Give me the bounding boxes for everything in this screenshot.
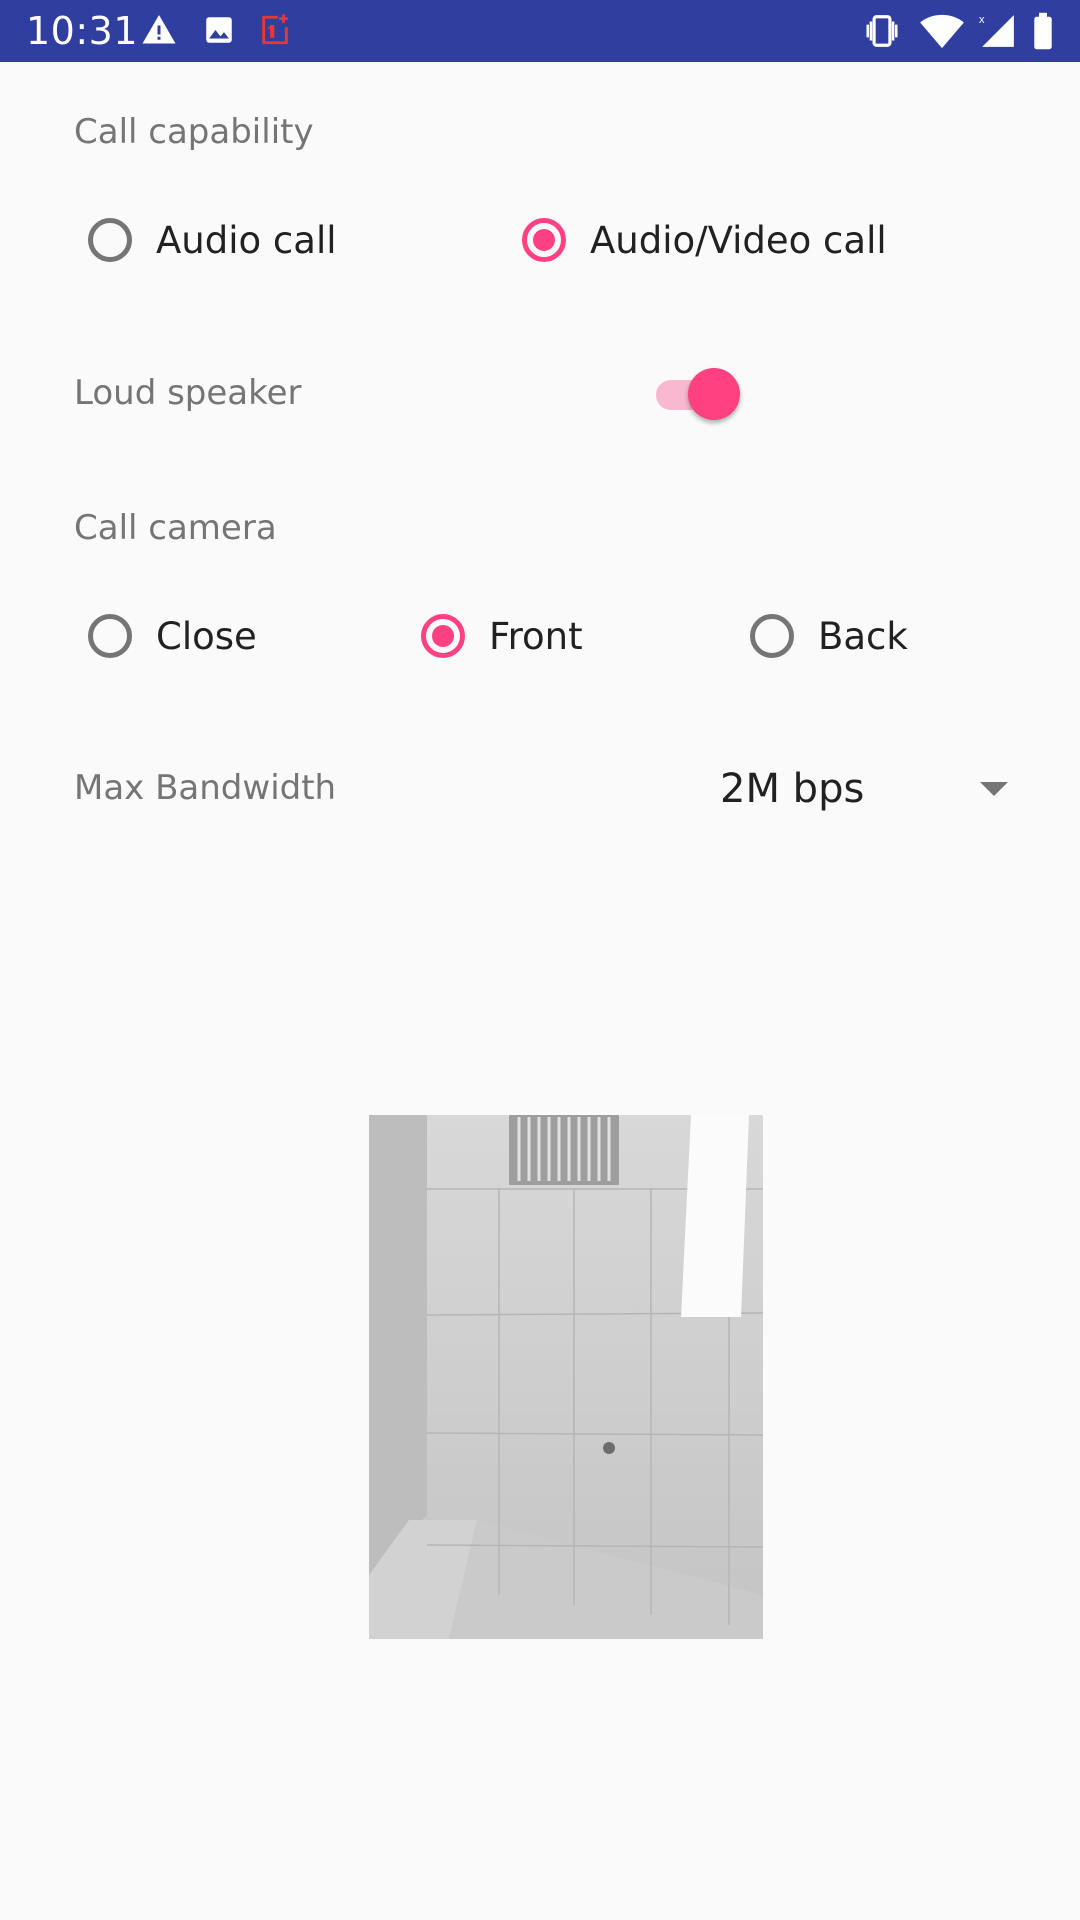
radio-label-front: Front <box>489 614 583 658</box>
dropdown-arrow-icon[interactable] <box>980 782 1008 796</box>
radio-button-checked[interactable] <box>421 614 465 658</box>
radio-label-close: Close <box>156 614 257 658</box>
status-time: 10:31 <box>26 9 139 53</box>
radio-label-back: Back <box>818 614 908 658</box>
camera-preview <box>369 1115 763 1639</box>
oneplus-icon <box>262 14 288 45</box>
vibrate-icon <box>866 15 898 47</box>
loud-speaker-switch[interactable] <box>656 366 740 422</box>
switch-thumb[interactable] <box>688 368 740 420</box>
call-camera-label: Call camera <box>74 508 277 548</box>
radio-camera-front[interactable]: Front <box>421 606 583 666</box>
image-icon <box>206 17 232 43</box>
call-capability-label: Call capability <box>74 112 314 152</box>
cell-signal-icon: x <box>979 14 1014 47</box>
radio-button-unchecked[interactable] <box>88 218 132 262</box>
radio-button-unchecked[interactable] <box>750 614 794 658</box>
radio-button-checked[interactable] <box>522 218 566 262</box>
warning-icon <box>142 15 176 44</box>
max-bandwidth-spinner[interactable]: 2M bps <box>720 758 1020 820</box>
radio-camera-back[interactable]: Back <box>750 606 908 666</box>
radio-audio-video-call[interactable]: Audio/Video call <box>522 210 887 270</box>
spinner-selected-value: 2M bps <box>720 766 865 812</box>
radio-label-audio-video-call: Audio/Video call <box>590 218 887 262</box>
loud-speaker-label: Loud speaker <box>74 373 302 413</box>
radio-label-audio-call: Audio call <box>156 218 337 262</box>
battery-icon <box>1034 12 1052 50</box>
status-bar: 10:31 x <box>0 0 1080 62</box>
radio-camera-close[interactable]: Close <box>88 606 257 666</box>
camera-preview-image <box>369 1115 763 1639</box>
svg-text:x: x <box>979 14 985 26</box>
wifi-icon <box>920 14 964 49</box>
radio-button-unchecked[interactable] <box>88 614 132 658</box>
max-bandwidth-label: Max Bandwidth <box>74 768 337 808</box>
radio-audio-call[interactable]: Audio call <box>88 210 337 270</box>
